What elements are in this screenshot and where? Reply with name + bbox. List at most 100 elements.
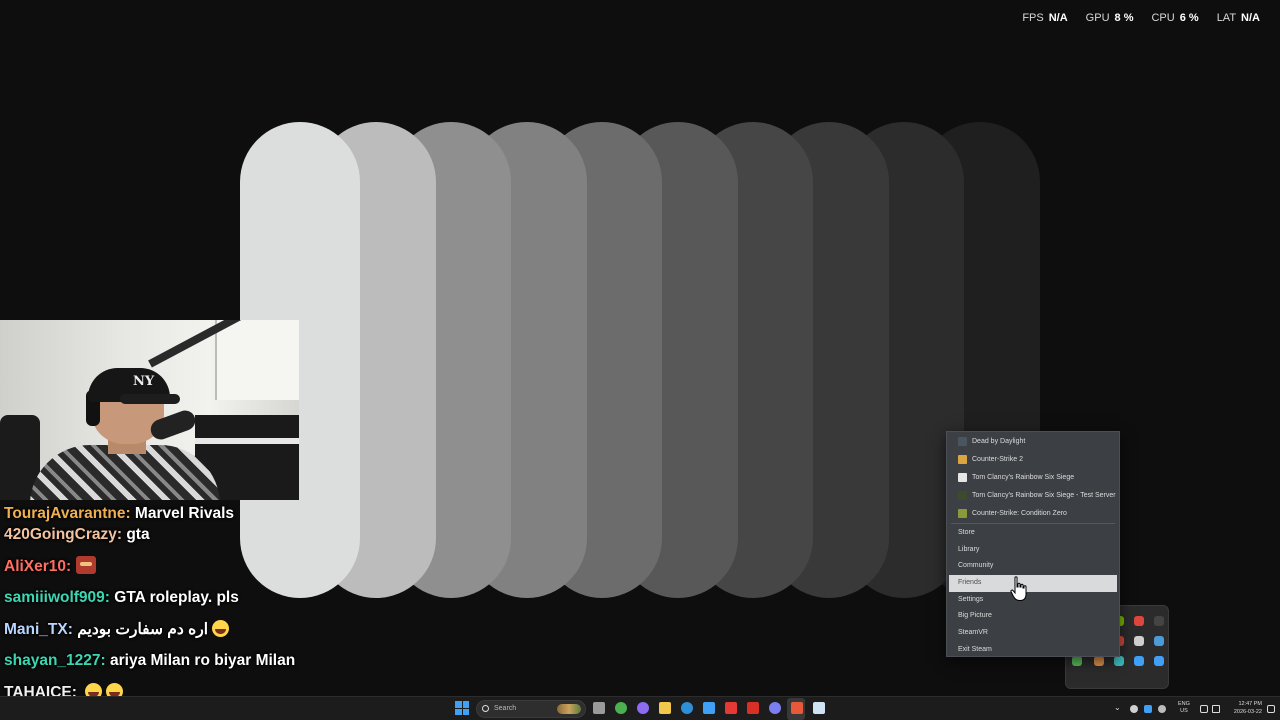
- stat-label: LAT: [1216, 12, 1237, 24]
- chat-separator: :: [67, 620, 78, 638]
- chat-username: Mani_TX: [4, 620, 68, 638]
- taskbar-search[interactable]: Search: [476, 700, 586, 718]
- chevron-up-icon[interactable]: ⌄: [1114, 703, 1122, 712]
- tray-icon-15[interactable]: [1154, 656, 1164, 666]
- menu-separator: [951, 523, 1115, 524]
- condition-zero-icon: [958, 508, 967, 518]
- edge-icon[interactable]: [681, 702, 693, 714]
- stat-cpu: CPU 6 %: [1151, 12, 1198, 24]
- menu-game-label: Counter-Strike 2: [972, 455, 1023, 463]
- volume-icon[interactable]: [1212, 705, 1220, 713]
- copilot-icon[interactable]: [637, 702, 649, 714]
- stat-fps: FPS N/A: [1022, 12, 1067, 24]
- custom-emote-icon: [75, 555, 96, 574]
- search-placeholder: Search: [494, 705, 517, 712]
- language-indicator[interactable]: ENG US: [1178, 701, 1190, 715]
- menu-item-friends[interactable]: Friends: [949, 575, 1117, 592]
- chat-message: AliXer10:: [4, 555, 404, 588]
- chat-username: samiiiwolf909: [4, 589, 105, 606]
- chat-separator: :: [100, 652, 110, 669]
- menu-game-item[interactable]: Dead by Daylight: [947, 432, 1119, 450]
- menu-game-label: Dead by Daylight: [972, 437, 1026, 445]
- stat-label: GPU: [1085, 12, 1110, 24]
- chat-username: TourajAvarantne: [4, 505, 126, 522]
- webcam-feed: NY: [0, 320, 299, 500]
- menu-item-big-picture[interactable]: Big Picture: [947, 608, 1119, 625]
- folder-icon[interactable]: [659, 702, 671, 714]
- menu-item-settings[interactable]: Settings: [947, 592, 1119, 609]
- tray-icon-4[interactable]: [1134, 616, 1144, 626]
- chat-message: samiiiwolf909: GTA roleplay. pls: [4, 587, 404, 619]
- stat-gpu: GPU 8 %: [1086, 12, 1134, 24]
- notifications-icon[interactable]: [1267, 705, 1275, 713]
- tray-app-icon-2[interactable]: [1144, 705, 1152, 713]
- stat-value: 6 %: [1179, 12, 1199, 24]
- menu-game-item[interactable]: Tom Clancy's Rainbow Six Siege - Test Se…: [947, 486, 1119, 504]
- steam-icon[interactable]: [813, 702, 825, 714]
- rainbow-six-test-icon: [958, 490, 967, 500]
- steam-tray-menu: Dead by Daylight Counter-Strike 2 Tom Clan…: [946, 431, 1120, 657]
- windows-start-icon[interactable]: [455, 701, 469, 715]
- tray-icon-10[interactable]: [1154, 636, 1164, 646]
- rainbow-six-icon: [958, 472, 967, 482]
- counter-strike-2-icon: [958, 454, 967, 464]
- keyboard-layout: US: [1180, 708, 1188, 714]
- tray-icon-14[interactable]: [1134, 656, 1144, 666]
- menu-item-store[interactable]: Store: [947, 525, 1119, 542]
- stat-value: 8 %: [1114, 12, 1134, 24]
- menu-game-label: Tom Clancy's Rainbow Six Siege - Test Se…: [972, 491, 1116, 499]
- chrome-icon[interactable]: [615, 702, 627, 714]
- laughing-emoji-icon: [212, 619, 230, 637]
- chat-username: shayan_1227: [4, 652, 101, 669]
- chat-text: gta: [126, 526, 150, 543]
- tray-icon-9[interactable]: [1134, 636, 1144, 646]
- system-tray: ⌄ ENG US 12:47 PM 2026-03-22: [1112, 697, 1280, 720]
- recent-games-list: Dead by Daylight Counter-Strike 2 Tom Clan…: [947, 432, 1119, 522]
- store-icon[interactable]: [703, 702, 715, 714]
- clock-date: 2026-03-22: [1233, 709, 1262, 715]
- menu-items-list: Store Library Community Friends Settings Big …: [947, 525, 1119, 659]
- menu-item-exit-steam[interactable]: Exit Steam: [947, 642, 1119, 659]
- chat-separator: :: [116, 526, 127, 543]
- chat-username: AliXer10: [4, 557, 67, 575]
- search-highlight-icon: [557, 704, 581, 714]
- performance-overlay: FPS N/A GPU 8 % CPU 6 % LAT N/A: [1022, 12, 1260, 24]
- stat-label: FPS: [1022, 12, 1044, 24]
- menu-item-steamvr[interactable]: SteamVR: [947, 625, 1119, 642]
- gmail-icon[interactable]: [747, 702, 759, 714]
- file-explorer-icon[interactable]: [593, 702, 605, 714]
- taskbar: Search ⌄ ENG US 12:47 PM 2026-03-22: [0, 696, 1280, 720]
- clock[interactable]: 12:47 PM 2026-03-22: [1226, 700, 1262, 716]
- chat-separator: :: [125, 505, 135, 522]
- chat-text: GTA roleplay. pls: [114, 589, 239, 606]
- chat-text: ariya Milan ro biyar Milan: [110, 652, 296, 669]
- menu-item-community[interactable]: Community: [947, 558, 1119, 575]
- tray-app-icon[interactable]: [1130, 705, 1138, 713]
- discord-icon[interactable]: [769, 702, 781, 714]
- dead-by-daylight-icon: [958, 436, 967, 446]
- stat-value: N/A: [1048, 12, 1068, 24]
- menu-item-library[interactable]: Library: [947, 542, 1119, 559]
- chat-message: 420GoingCrazy: gta: [4, 524, 404, 556]
- recording-app-icon[interactable]: [791, 702, 803, 714]
- chat-separator: :: [104, 589, 115, 606]
- stat-lat: LAT N/A: [1217, 12, 1260, 24]
- chat-message: shayan_1227: ariya Milan ro biyar Milan: [4, 650, 404, 682]
- menu-game-item[interactable]: Counter-Strike 2: [947, 450, 1119, 468]
- clock-time: 12:47 PM: [1238, 701, 1262, 707]
- chat-username: 420GoingCrazy: [4, 526, 117, 543]
- stat-label: CPU: [1151, 12, 1175, 24]
- menu-game-label: Tom Clancy's Rainbow Six Siege: [972, 473, 1075, 481]
- tray-app-icon-3[interactable]: [1158, 705, 1166, 713]
- menu-game-label: Counter-Strike: Condition Zero: [972, 509, 1067, 517]
- stat-value: N/A: [1241, 12, 1260, 24]
- youtube-icon[interactable]: [725, 702, 737, 714]
- menu-game-item[interactable]: Tom Clancy's Rainbow Six Siege: [947, 468, 1119, 486]
- stream-chat: TourajAvarantne: Marvel Rivals 420GoingCr…: [4, 503, 404, 713]
- tray-icon-5[interactable]: [1154, 616, 1164, 626]
- chat-message: Mani_TX: اره دم سفارت بودیم: [4, 619, 404, 651]
- chat-text: Marvel Rivals: [134, 505, 235, 522]
- menu-game-item[interactable]: Counter-Strike: Condition Zero: [947, 504, 1119, 522]
- network-icon[interactable]: [1200, 705, 1208, 713]
- search-icon: [482, 705, 489, 712]
